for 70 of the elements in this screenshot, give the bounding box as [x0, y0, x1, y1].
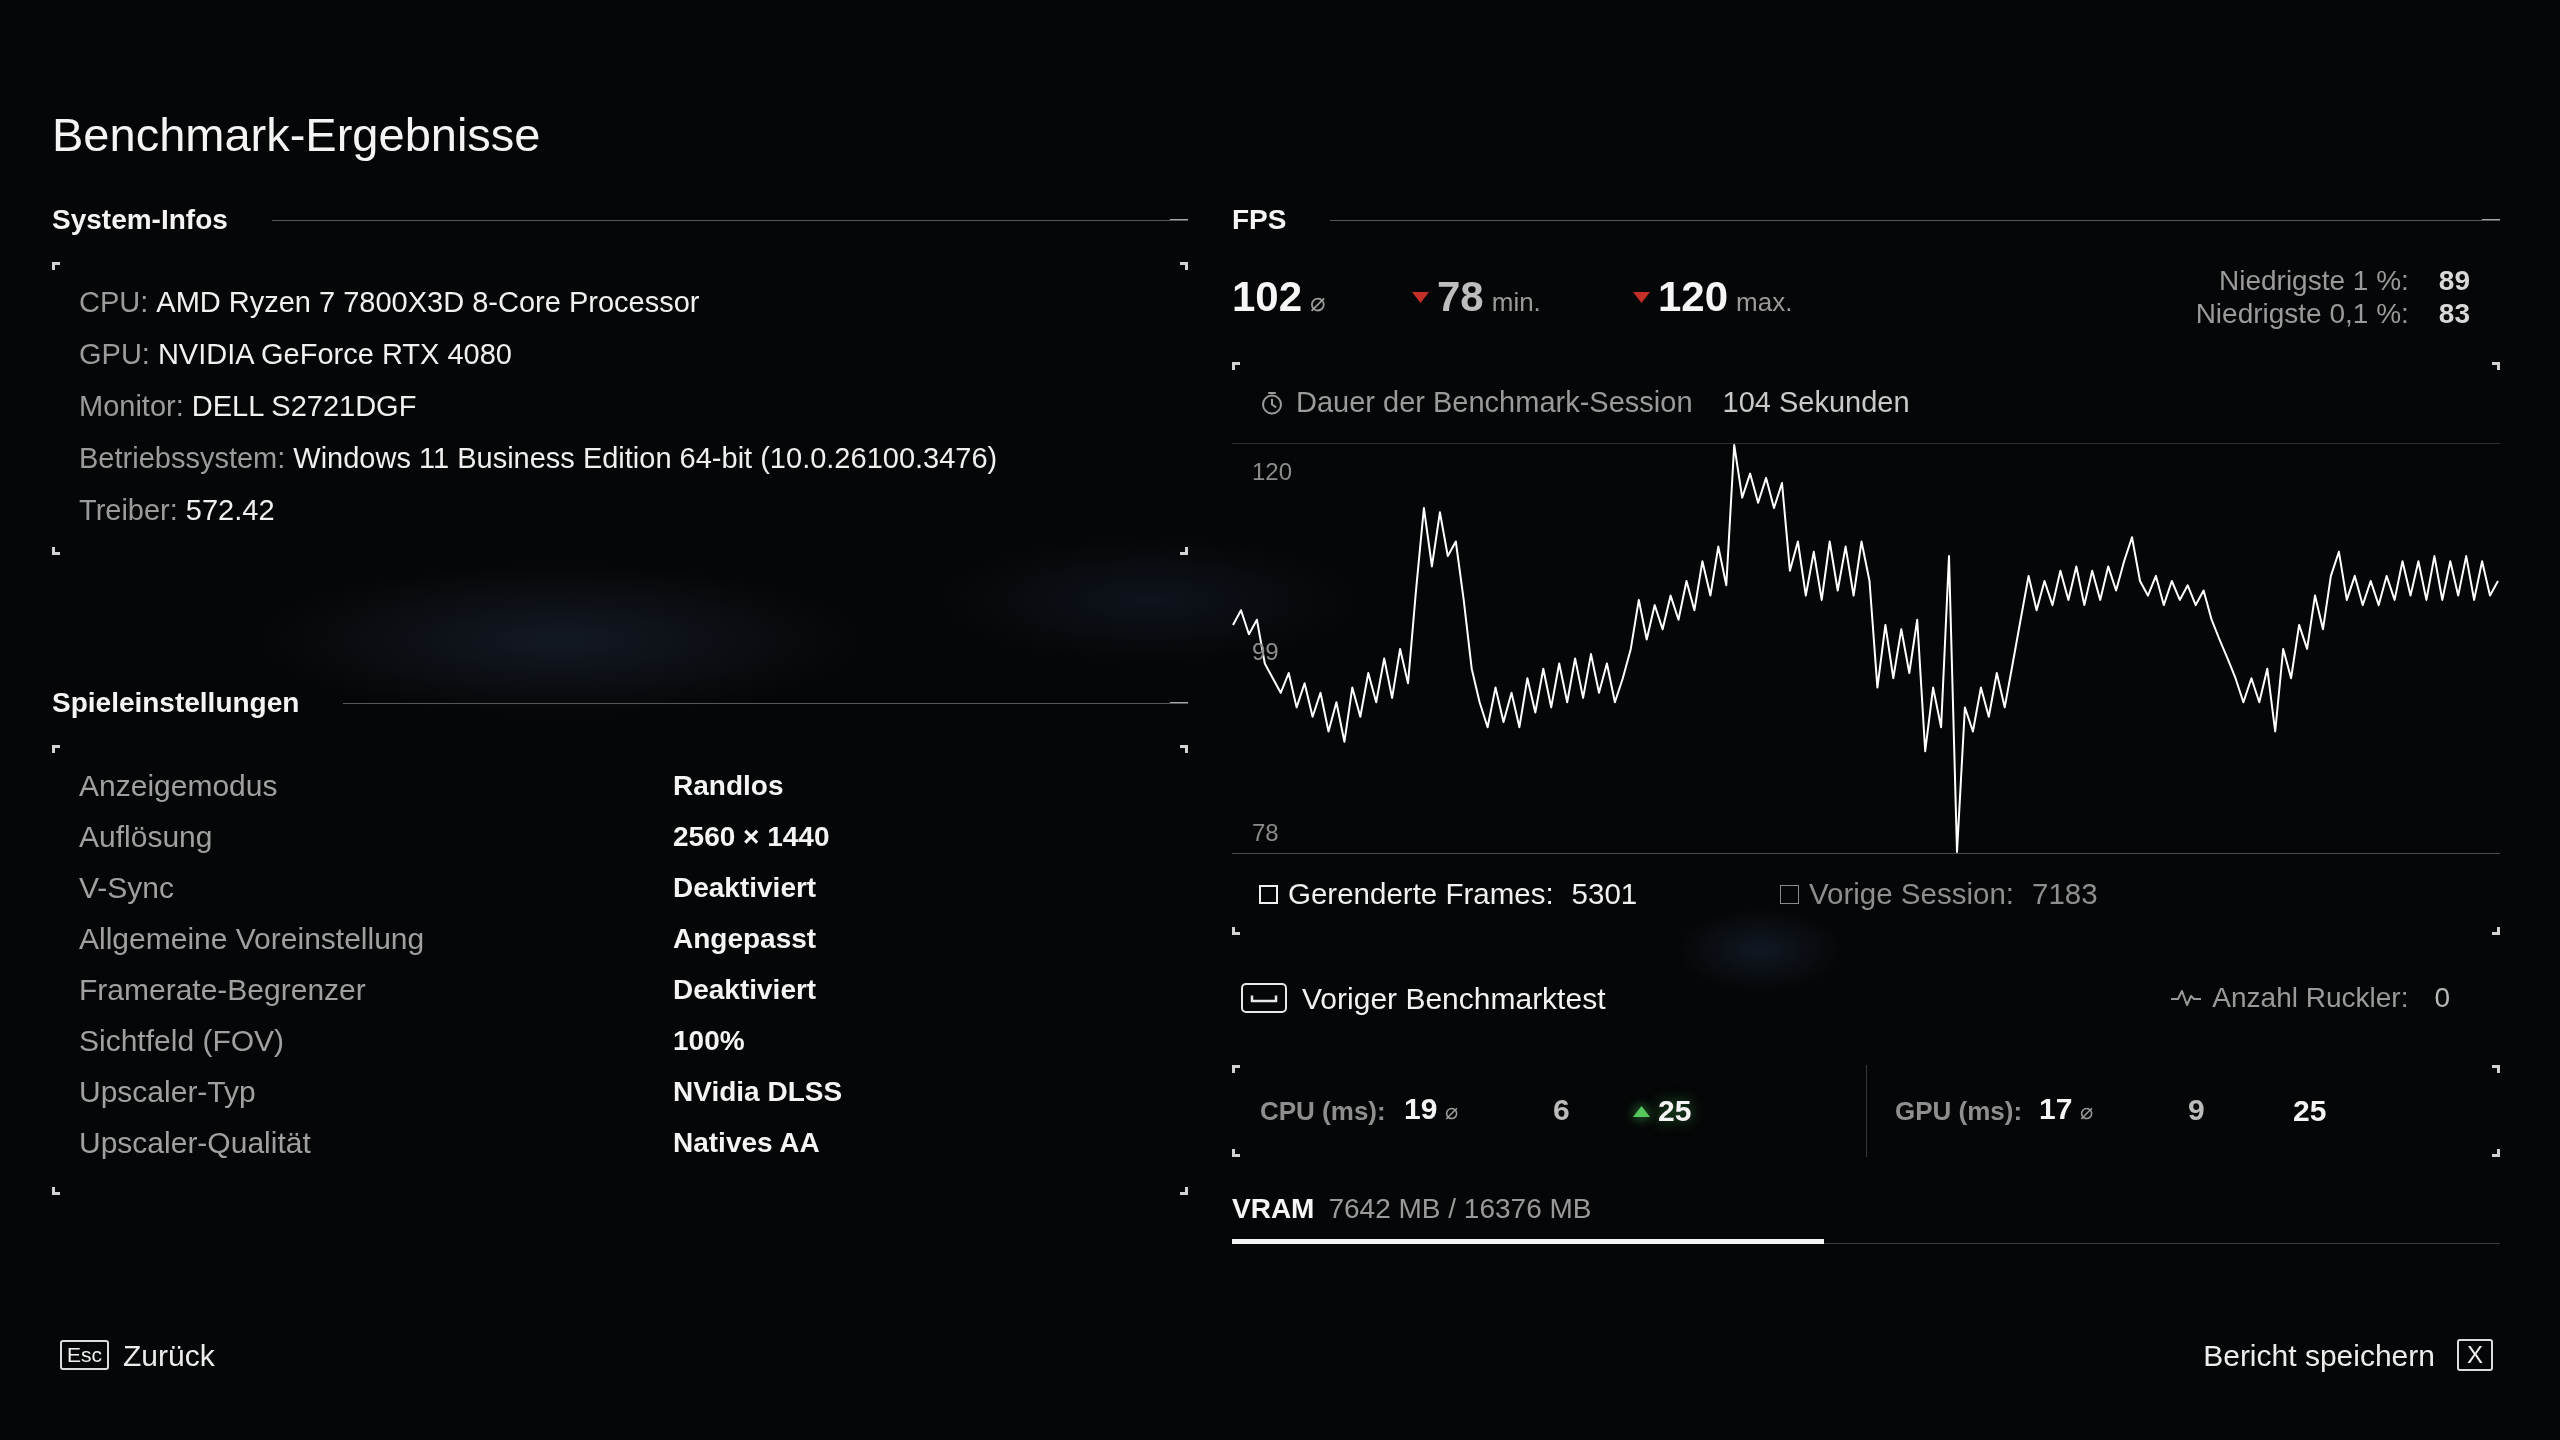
previous-benchmark-button[interactable]: Voriger Benchmarktest [1241, 975, 1606, 1021]
frame-time-value: 9 [2188, 1093, 2205, 1126]
fps-unit: max. [1736, 289, 1793, 315]
axis-tick-label: 120 [1252, 457, 1293, 485]
pulse-icon [2171, 988, 2202, 1008]
axis-tick-label: 78 [1252, 818, 1279, 846]
setting-label: Framerate-Begrenzer [79, 972, 367, 1008]
frame-time-value: 25 [2293, 1096, 2327, 1126]
legend-label: Vorige Session: [1809, 876, 2014, 913]
frame-time-label: GPU (ms): [1895, 1094, 2024, 1128]
setting-label: Allgemeine Voreinstellung [79, 921, 426, 957]
info-label: Betriebssystem: [79, 441, 286, 476]
setting-value: 100% [673, 1024, 745, 1058]
info-label: GPU: [79, 337, 150, 372]
info-value: 572.42 [185, 493, 275, 528]
setting-value: Randlos [673, 769, 784, 803]
x-keycap: X [2457, 1339, 2493, 1371]
setting-value: Angepasst [673, 922, 817, 956]
vram-label: VRAM [1232, 1192, 1315, 1226]
fps-unit: min. [1491, 289, 1541, 315]
frame-time-value: 6 [1553, 1093, 1570, 1126]
setting-value: Deaktiviert [673, 871, 817, 905]
info-value: Windows 11 Business Edition 64-bit (10.0.26100.3476) [293, 441, 998, 476]
setting-value: NVidia DLSS [673, 1075, 843, 1109]
fps-value: 78 [1437, 276, 1484, 318]
frame-time-value: 17 [2039, 1094, 2073, 1124]
frame-time-unit: ⌀ [2080, 1098, 2094, 1126]
back-button[interactable]: Esc Zurück [60, 1332, 215, 1378]
page-title: Benchmark-Ergebnisse [52, 108, 541, 162]
clock-icon [1260, 390, 1284, 415]
fps-unit: ⌀ [1310, 289, 1327, 315]
info-value: NVIDIA GeForce RTX 4080 [157, 337, 512, 372]
space-key-icon [1241, 983, 1287, 1013]
info-value: DELL S2721DGF [191, 389, 417, 424]
frame-time-value: 19 [1404, 1094, 1438, 1124]
low-value: 89 [2438, 264, 2470, 297]
frame-time-value: 25 [1658, 1096, 1692, 1126]
section-heading: Spieleinstellungen [52, 686, 300, 720]
low-label: Niedrigste 0,1 %: [2195, 297, 2409, 330]
setting-value: 2560 × 1440 [673, 820, 830, 854]
info-label: Monitor: [79, 389, 184, 424]
setting-label: V-Sync [79, 870, 176, 906]
setting-label: Sichtfeld (FOV) [79, 1023, 286, 1059]
info-label: Treiber: [79, 493, 178, 528]
session-value: 104 Sekunden [1722, 384, 1910, 420]
stutter-value: 0 [2434, 981, 2450, 1015]
info-value: AMD Ryzen 7 7800X3D 8-Core Processor [156, 285, 700, 320]
fps-value: 102 [1232, 276, 1303, 318]
setting-label: Upscaler-Typ [79, 1074, 257, 1110]
session-label: Dauer der Benchmark-Session [1296, 384, 1693, 420]
stutter-label: Anzahl Ruckler: [2212, 981, 2409, 1015]
legend-label: Gerenderte Frames: [1288, 876, 1554, 913]
section-heading: FPS [1232, 203, 1287, 237]
setting-label: Upscaler-Qualität [79, 1125, 312, 1161]
low-value: 83 [2438, 297, 2470, 330]
legend-value: 7183 [2032, 876, 2098, 913]
info-label: CPU: [79, 285, 149, 320]
frame-time-label: CPU (ms): [1260, 1094, 1387, 1128]
setting-label: Auflösung [79, 819, 214, 855]
frame-time-unit: ⌀ [1445, 1098, 1459, 1126]
section-heading: System-Infos [52, 203, 228, 237]
low-label: Niedrigste 1 %: [2218, 264, 2409, 297]
setting-value: Deaktiviert [673, 973, 817, 1007]
fps-value: 120 [1658, 276, 1729, 318]
setting-label: Anzeigemodus [79, 768, 279, 804]
esc-keycap: Esc [60, 1340, 109, 1370]
setting-value: Natives AA [673, 1126, 820, 1160]
vram-value: 7642 MB / 16376 MB [1328, 1192, 1592, 1226]
legend-value: 5301 [1571, 876, 1638, 913]
save-button[interactable]: Bericht speichern X [2203, 1332, 2493, 1378]
